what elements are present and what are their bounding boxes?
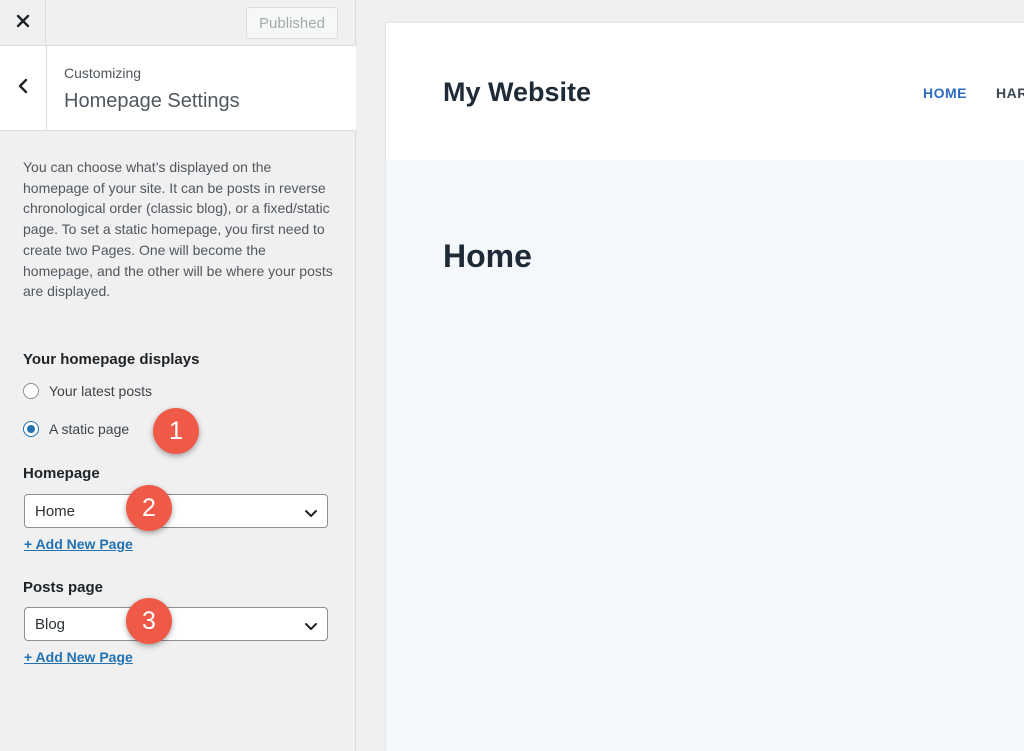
radio-label: A static page xyxy=(49,421,130,437)
primary-nav: HOME HAR xyxy=(923,85,1024,101)
nav-item-home[interactable]: HOME xyxy=(923,85,967,101)
section-header: Customizing Homepage Settings xyxy=(0,46,356,131)
homepage-displays-label: Your homepage displays xyxy=(23,351,200,368)
add-new-page-link-posts[interactable]: + Add New Page xyxy=(24,649,133,665)
radio-label: Your latest posts xyxy=(49,383,152,399)
chevron-down-icon xyxy=(305,506,317,524)
site-preview: My Website HOME HAR Home xyxy=(386,23,1024,751)
posts-page-select-value: Blog xyxy=(35,616,66,633)
back-button[interactable] xyxy=(0,46,47,130)
homepage-select-value: Home xyxy=(35,503,76,520)
breadcrumb: Customizing xyxy=(64,65,142,81)
chevron-down-icon xyxy=(305,619,317,637)
radio-static-page[interactable]: A static page xyxy=(23,419,129,439)
homepage-select[interactable]: Home xyxy=(24,494,328,528)
posts-page-label: Posts page xyxy=(23,579,104,596)
customizer-sidebar: Published Customizing Homepage Settings … xyxy=(0,0,356,751)
posts-page-select[interactable]: Blog xyxy=(24,607,328,641)
close-button[interactable] xyxy=(0,0,46,46)
section-description: You can choose what’s displayed on the h… xyxy=(23,159,333,300)
homepage-label: Homepage xyxy=(23,465,100,482)
close-x-icon xyxy=(16,14,30,33)
site-title[interactable]: My Website xyxy=(443,77,591,108)
radio-button[interactable] xyxy=(23,421,39,437)
site-header: My Website HOME HAR xyxy=(386,23,1024,160)
section-title: Homepage Settings xyxy=(64,90,240,112)
add-new-page-link-homepage[interactable]: + Add New Page xyxy=(24,536,133,552)
nav-item-next[interactable]: HAR xyxy=(996,85,1024,101)
radio-button[interactable] xyxy=(23,383,39,399)
page-heading: Home xyxy=(443,238,532,274)
chevron-left-icon xyxy=(17,78,29,99)
radio-latest-posts[interactable]: Your latest posts xyxy=(23,381,152,401)
published-button[interactable]: Published xyxy=(246,7,338,39)
step-marker-1: 1 xyxy=(153,408,199,454)
step-marker-3: 3 xyxy=(126,598,172,644)
step-marker-2: 2 xyxy=(126,485,172,531)
customizer-topbar: Published xyxy=(0,0,356,46)
